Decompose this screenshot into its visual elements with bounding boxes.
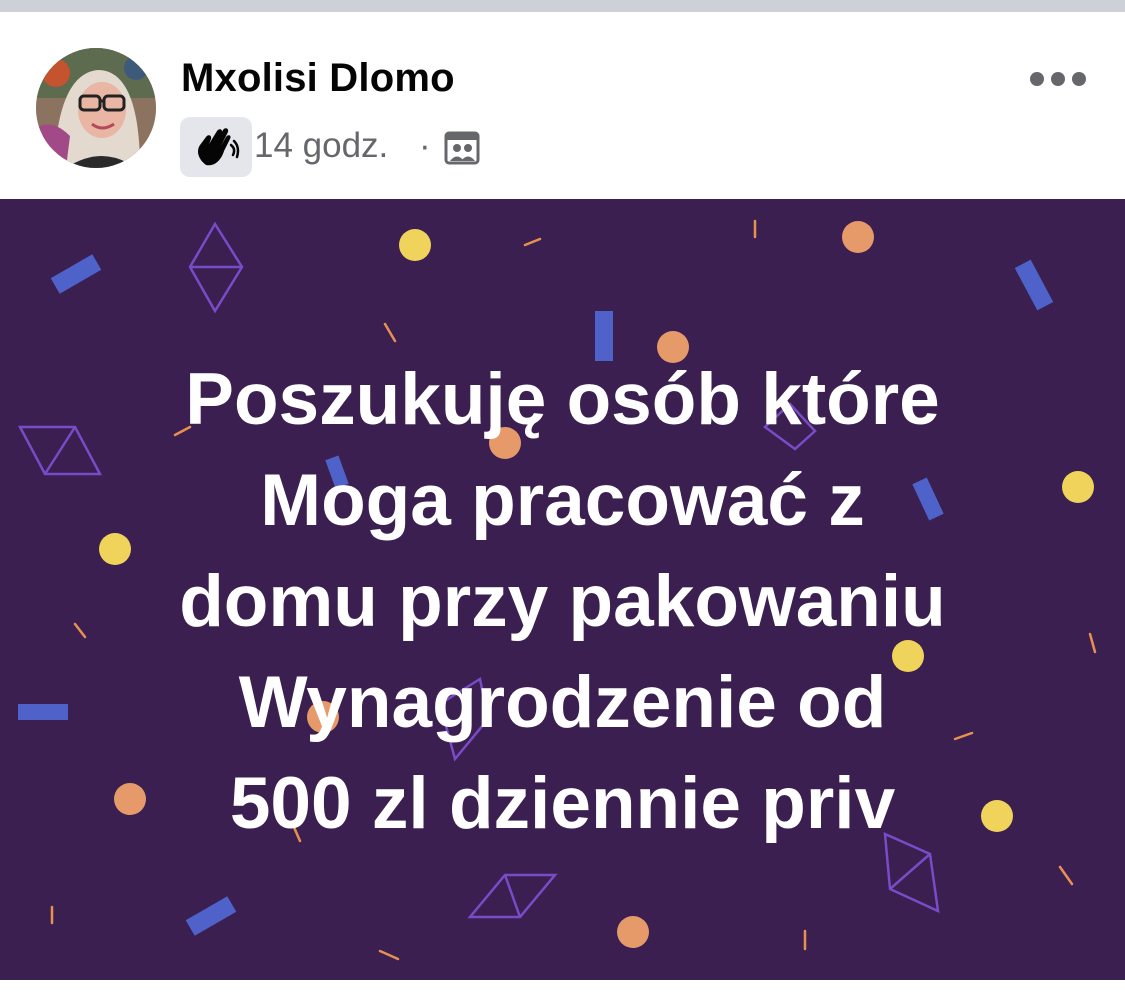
post-body-text: Poszukuję osób które Moga pracować z dom…	[179, 359, 946, 844]
waving-hand-icon[interactable]	[180, 117, 252, 177]
bottom-divider	[0, 980, 1125, 1003]
dot-icon	[1030, 72, 1044, 86]
author-avatar[interactable]	[36, 48, 156, 168]
post-timestamp[interactable]: 14 godz.	[254, 126, 388, 166]
more-horizontal-icon[interactable]	[1030, 62, 1086, 96]
group-icon[interactable]	[444, 131, 480, 165]
post-header	[0, 12, 1125, 199]
post-background[interactable]: Poszukuję osób które Moga pracować z dom…	[0, 199, 1125, 980]
dot-icon	[1072, 72, 1086, 86]
top-divider	[0, 0, 1125, 12]
author-name[interactable]: Mxolisi Dlomo	[181, 56, 455, 101]
dot-icon	[1051, 72, 1065, 86]
meta-separator: ·	[419, 126, 431, 165]
